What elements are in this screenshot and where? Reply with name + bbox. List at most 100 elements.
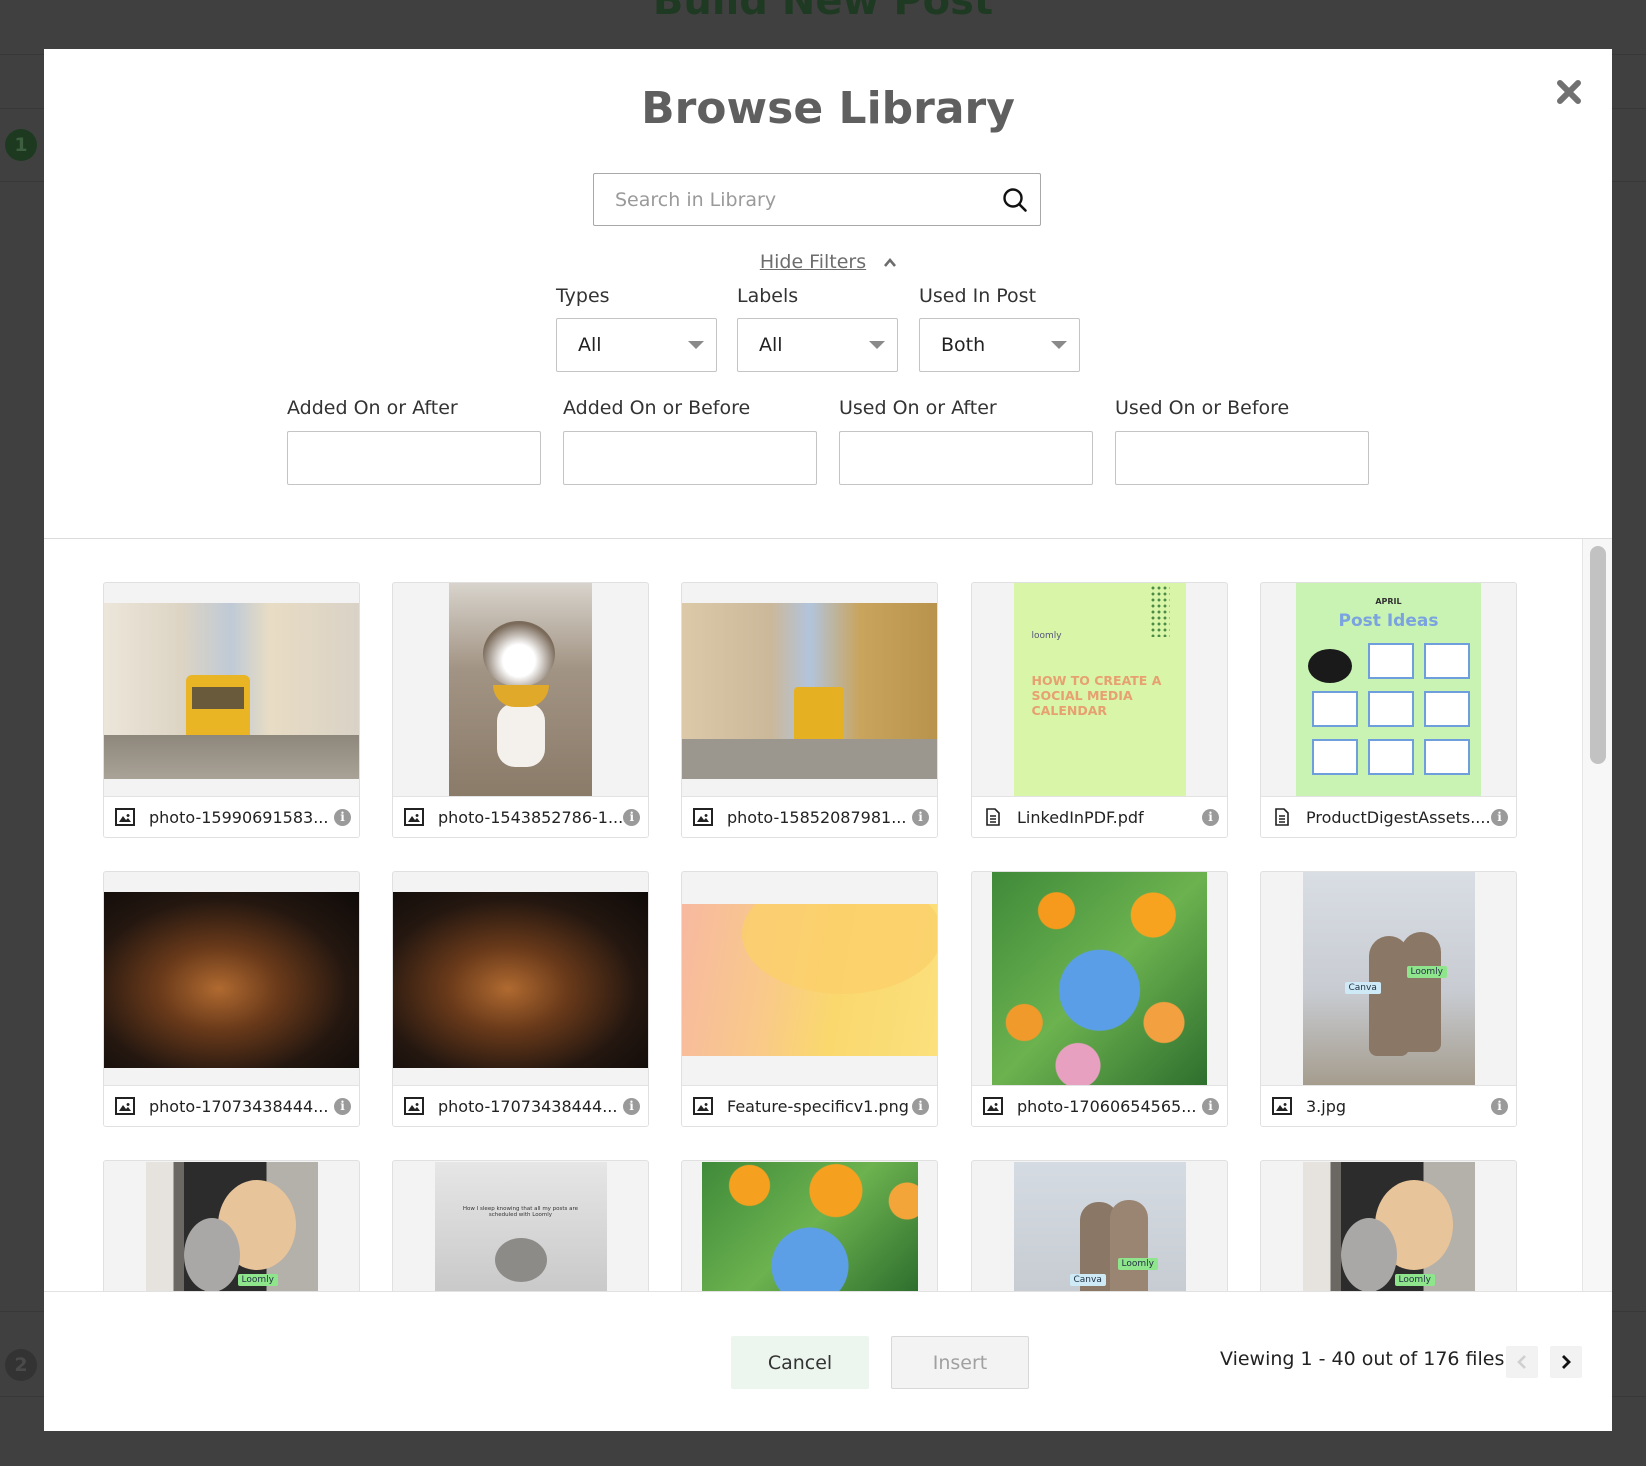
added-before-input[interactable] bbox=[563, 431, 817, 485]
file-card[interactable]: How I sleep knowing that all my posts ar… bbox=[392, 1160, 649, 1291]
cave-image bbox=[393, 891, 648, 1068]
file-card[interactable]: Canva Loomly bbox=[971, 1160, 1228, 1291]
pdf-cover-image: loomly HOW TO CREATE A SOCIAL MEDIA CALEN… bbox=[1013, 583, 1186, 798]
image-file-icon bbox=[1272, 1097, 1292, 1115]
background-step-2-badge: 2 bbox=[5, 1349, 37, 1381]
next-page-button[interactable] bbox=[1550, 1346, 1582, 1378]
used-before-input[interactable] bbox=[1115, 431, 1369, 485]
file-name: Feature-specificv1.png bbox=[727, 1096, 909, 1116]
file-card[interactable]: photo-15990691583... i bbox=[103, 582, 360, 838]
used-in-post-select-value: Both bbox=[941, 334, 986, 356]
file-thumbnail bbox=[104, 872, 359, 1087]
file-thumbnail: Loomly bbox=[104, 1161, 359, 1291]
added-before-label: Added On or Before bbox=[563, 397, 751, 419]
file-name: photo-15852087981... bbox=[727, 807, 907, 827]
types-select[interactable]: All bbox=[556, 318, 717, 372]
search-input[interactable] bbox=[594, 174, 964, 225]
labels-select-value: All bbox=[759, 334, 783, 356]
file-thumbnail bbox=[104, 583, 359, 798]
file-thumbnail bbox=[393, 872, 648, 1087]
file-name: photo-17073438444... bbox=[438, 1096, 618, 1116]
info-icon[interactable]: i bbox=[334, 1097, 351, 1115]
file-thumbnail: Canva Loomly bbox=[1261, 872, 1516, 1087]
scrollbar-thumb[interactable] bbox=[1590, 546, 1606, 764]
dropdown-caret-icon bbox=[869, 341, 885, 349]
file-card[interactable]: Loomly bbox=[1260, 1160, 1517, 1291]
used-after-input[interactable] bbox=[839, 431, 1093, 485]
bed-cat-image: How I sleep knowing that all my posts ar… bbox=[434, 1162, 607, 1291]
file-card[interactable]: photo-17073438444... i bbox=[392, 871, 649, 1127]
info-icon[interactable]: i bbox=[1202, 808, 1219, 826]
info-icon[interactable]: i bbox=[912, 808, 929, 826]
file-card[interactable] bbox=[681, 1160, 938, 1291]
flowers-image bbox=[992, 872, 1207, 1087]
file-thumbnail bbox=[972, 872, 1227, 1087]
file-card[interactable]: photo-17073438444... i bbox=[103, 871, 360, 1127]
image-file-icon bbox=[115, 808, 135, 826]
labels-label: Labels bbox=[737, 285, 799, 307]
post-ideas-image: APRIL Post Ideas bbox=[1296, 583, 1481, 798]
info-icon[interactable]: i bbox=[1491, 1097, 1508, 1115]
background-step-1-badge: 1 bbox=[5, 129, 37, 161]
file-thumbnail bbox=[393, 583, 648, 798]
file-card[interactable]: Loomly bbox=[103, 1160, 360, 1291]
image-file-icon bbox=[115, 1097, 135, 1115]
image-file-icon bbox=[404, 1097, 424, 1115]
file-thumbnail: APRIL Post Ideas bbox=[1261, 583, 1516, 798]
used-in-post-label: Used In Post bbox=[919, 285, 1037, 307]
cats-tags-image: Canva Loomly bbox=[1013, 1162, 1186, 1291]
footer-divider bbox=[44, 1291, 1612, 1292]
file-grid: photo-15990691583... i photo-1543852786-1… bbox=[44, 539, 1612, 1291]
info-icon[interactable]: i bbox=[912, 1097, 929, 1115]
file-name: ProductDigestAssets.... bbox=[1306, 807, 1491, 827]
file-card[interactable]: photo-15852087981... i bbox=[681, 582, 938, 838]
file-thumbnail bbox=[682, 583, 937, 798]
file-thumbnail bbox=[682, 1161, 937, 1291]
image-file-icon bbox=[404, 808, 424, 826]
file-name: LinkedInPDF.pdf bbox=[1017, 807, 1144, 827]
cave-image bbox=[104, 891, 359, 1068]
browse-library-modal: Browse Library Hide Filters Types All La… bbox=[44, 49, 1612, 1431]
hide-filters-link[interactable]: Hide Filters bbox=[760, 251, 866, 273]
info-icon[interactable]: i bbox=[334, 808, 351, 826]
file-thumbnail bbox=[682, 872, 937, 1087]
file-card[interactable]: Canva Loomly 3.jpg i bbox=[1260, 871, 1517, 1127]
file-thumbnail: Canva Loomly bbox=[972, 1161, 1227, 1291]
dropdown-caret-icon bbox=[1051, 341, 1067, 349]
cancel-button[interactable]: Cancel bbox=[731, 1336, 869, 1389]
dogs-image: Loomly bbox=[1302, 1162, 1475, 1291]
search-box bbox=[593, 173, 1041, 226]
background-page-title: Build New Post bbox=[652, 0, 994, 24]
file-card[interactable]: APRIL Post Ideas ProductDigestAssets.... i bbox=[1260, 582, 1517, 838]
pagination-status: Viewing 1 - 40 out of 176 files bbox=[1220, 1348, 1505, 1370]
file-card[interactable]: loomly HOW TO CREATE A SOCIAL MEDIA CALEN… bbox=[971, 582, 1228, 838]
used-in-post-select[interactable]: Both bbox=[919, 318, 1080, 372]
file-card[interactable]: Feature-specificv1.png i bbox=[681, 871, 938, 1127]
used-before-label: Used On or Before bbox=[1115, 397, 1290, 419]
previous-page-button[interactable] bbox=[1506, 1346, 1538, 1378]
file-card[interactable]: photo-17060654565... i bbox=[971, 871, 1228, 1127]
filters-toggle[interactable]: Hide Filters bbox=[44, 251, 1612, 273]
search-icon[interactable] bbox=[1002, 187, 1028, 213]
cat-bandana-image bbox=[449, 583, 592, 798]
added-after-label: Added On or After bbox=[287, 397, 458, 419]
document-file-icon bbox=[1275, 808, 1289, 826]
file-name: photo-1543852786-1... bbox=[438, 807, 624, 827]
info-icon[interactable]: i bbox=[1202, 1097, 1219, 1115]
info-icon[interactable]: i bbox=[1491, 808, 1508, 826]
flowers-image bbox=[701, 1162, 918, 1291]
insert-button[interactable]: Insert bbox=[891, 1336, 1029, 1389]
info-icon[interactable]: i bbox=[623, 808, 641, 826]
chevron-right-icon bbox=[1562, 1355, 1571, 1369]
tram-street-image bbox=[104, 602, 359, 779]
labels-select[interactable]: All bbox=[737, 318, 898, 372]
used-after-label: Used On or After bbox=[839, 397, 997, 419]
chevron-up-icon bbox=[884, 257, 897, 267]
file-thumbnail: Loomly bbox=[1261, 1161, 1516, 1291]
file-card[interactable]: photo-1543852786-1... i bbox=[392, 582, 649, 838]
file-name: photo-17060654565... bbox=[1017, 1096, 1197, 1116]
info-icon[interactable]: i bbox=[623, 1097, 640, 1115]
added-after-input[interactable] bbox=[287, 431, 541, 485]
image-file-icon bbox=[693, 808, 713, 826]
grid-scrollbar[interactable] bbox=[1582, 539, 1612, 1291]
